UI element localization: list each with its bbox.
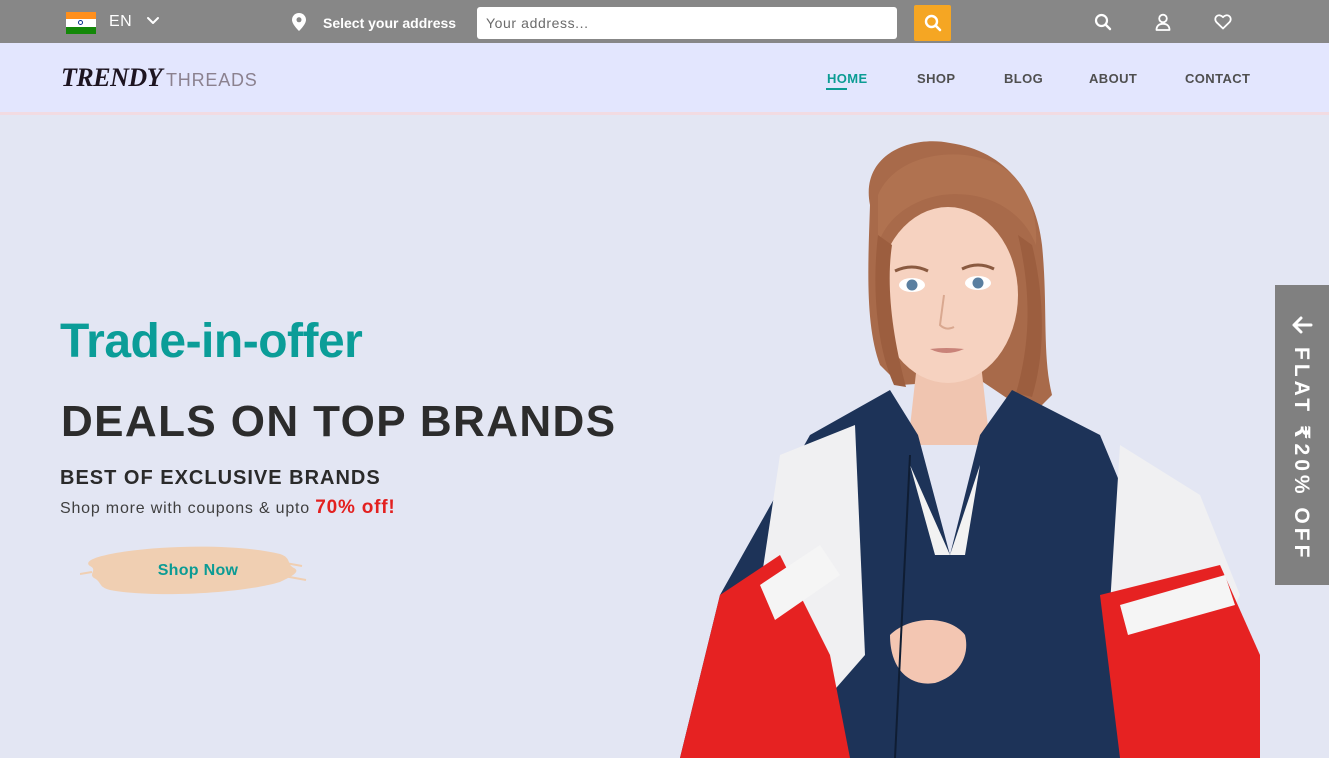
account-button[interactable] xyxy=(1153,12,1173,32)
select-address-label[interactable]: Select your address xyxy=(323,15,456,31)
active-nav-indicator xyxy=(826,88,847,90)
search-icon xyxy=(1094,13,1112,31)
header-search-button[interactable] xyxy=(1093,12,1113,32)
flag-india-icon[interactable] xyxy=(66,12,96,34)
logo-main-text: TRENDY xyxy=(61,63,163,92)
hero-model-image xyxy=(680,141,1260,758)
hero-title: DEALS ON TOP BRANDS xyxy=(61,397,617,446)
top-bar: EN Select your address xyxy=(0,0,1329,43)
address-input[interactable] xyxy=(477,7,897,39)
nav-home[interactable]: HOME xyxy=(827,71,868,86)
site-logo[interactable]: TRENDY THREADS xyxy=(61,63,258,93)
nav-blog[interactable]: BLOG xyxy=(1004,71,1043,86)
arrow-left-icon xyxy=(1292,316,1313,334)
shop-now-button[interactable]: Shop Now xyxy=(80,542,310,600)
language-selector[interactable]: EN xyxy=(109,13,132,31)
logo-sub-text: THREADS xyxy=(166,70,258,90)
heart-icon xyxy=(1214,14,1232,30)
hero-heading: BEST OF EXCLUSIVE BRANDS xyxy=(60,467,381,489)
discount-highlight: 70% off! xyxy=(315,497,396,518)
hero-description-text: Shop more with coupons & upto xyxy=(60,500,311,517)
hero-description: Shop more with coupons & upto 70% off! xyxy=(60,497,396,519)
hero-subtitle: Trade-in-offer xyxy=(60,315,363,368)
nav-contact[interactable]: CONTACT xyxy=(1185,71,1250,86)
location-pin-icon xyxy=(292,13,306,31)
search-icon xyxy=(924,14,941,32)
shop-now-label: Shop Now xyxy=(157,562,239,579)
nav-about[interactable]: ABOUT xyxy=(1089,71,1137,86)
side-offer-tab[interactable]: FLAT ₹20% OFF xyxy=(1275,285,1329,585)
wishlist-button[interactable] xyxy=(1213,12,1233,32)
chevron-down-icon[interactable] xyxy=(146,14,160,28)
nav-shop[interactable]: SHOP xyxy=(917,71,955,86)
user-icon xyxy=(1155,13,1171,31)
address-search-button[interactable] xyxy=(914,5,951,41)
side-offer-text: FLAT ₹20% OFF xyxy=(1290,347,1313,562)
main-navbar: TRENDY THREADS HOME SHOP BLOG ABOUT CONT… xyxy=(0,43,1329,115)
